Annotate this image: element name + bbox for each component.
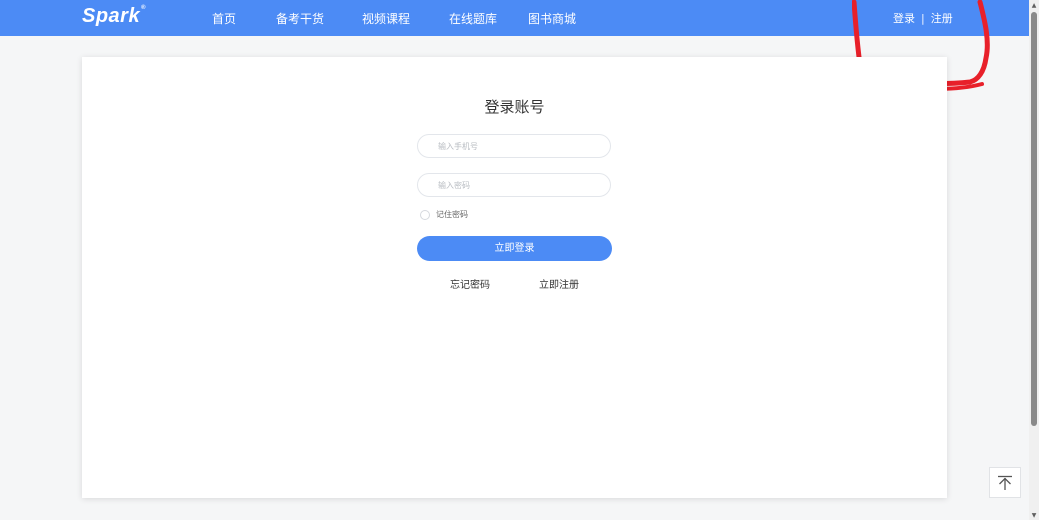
remember-password-option[interactable]: 记住密码 — [420, 209, 468, 220]
password-input[interactable] — [417, 173, 611, 197]
login-title: 登录账号 — [484, 98, 545, 116]
forgot-password-link[interactable]: 忘记密码 — [450, 276, 490, 291]
auth-separator: | — [921, 12, 925, 25]
nav-item-question-bank[interactable]: 在线题库 — [449, 10, 497, 27]
auth-links: 登录 | 注册 — [893, 10, 953, 26]
back-to-top-button[interactable] — [989, 467, 1021, 498]
phone-input[interactable] — [417, 134, 611, 158]
register-now-link[interactable]: 立即注册 — [539, 276, 579, 291]
scrollbar-thumb[interactable] — [1031, 12, 1037, 426]
nav-item-home[interactable]: 首页 — [212, 10, 236, 27]
arrow-up-to-line-icon — [998, 475, 1012, 490]
remember-radio[interactable] — [420, 209, 430, 220]
scroll-up-icon[interactable]: ▲ — [1029, 0, 1039, 10]
page: Spark® 首页 备考干货 视频课程 在线题库 图书商城 登录 | 注册 登录账号… — [0, 0, 1039, 520]
remember-label: 记住密码 — [436, 210, 468, 219]
logo-registered-mark: ® — [141, 5, 147, 11]
nav-item-exam-prep[interactable]: 备考干货 — [276, 10, 324, 27]
register-link[interactable]: 注册 — [931, 12, 953, 25]
scroll-down-icon[interactable]: ▼ — [1029, 510, 1039, 520]
vertical-scrollbar[interactable]: ▲ ▼ — [1029, 0, 1039, 520]
login-submit-button[interactable]: 立即登录 — [417, 236, 612, 261]
login-link[interactable]: 登录 — [893, 12, 915, 25]
top-navbar: Spark® 首页 备考干货 视频课程 在线题库 图书商城 登录 | 注册 — [0, 0, 1029, 36]
nav-item-video-courses[interactable]: 视频课程 — [362, 10, 410, 27]
nav-item-bookstore[interactable]: 图书商城 — [528, 10, 576, 27]
logo[interactable]: Spark® — [82, 5, 146, 28]
logo-text: Spark — [82, 5, 141, 27]
login-card: 登录账号 记住密码 立即登录 忘记密码 立即注册 — [82, 57, 947, 498]
